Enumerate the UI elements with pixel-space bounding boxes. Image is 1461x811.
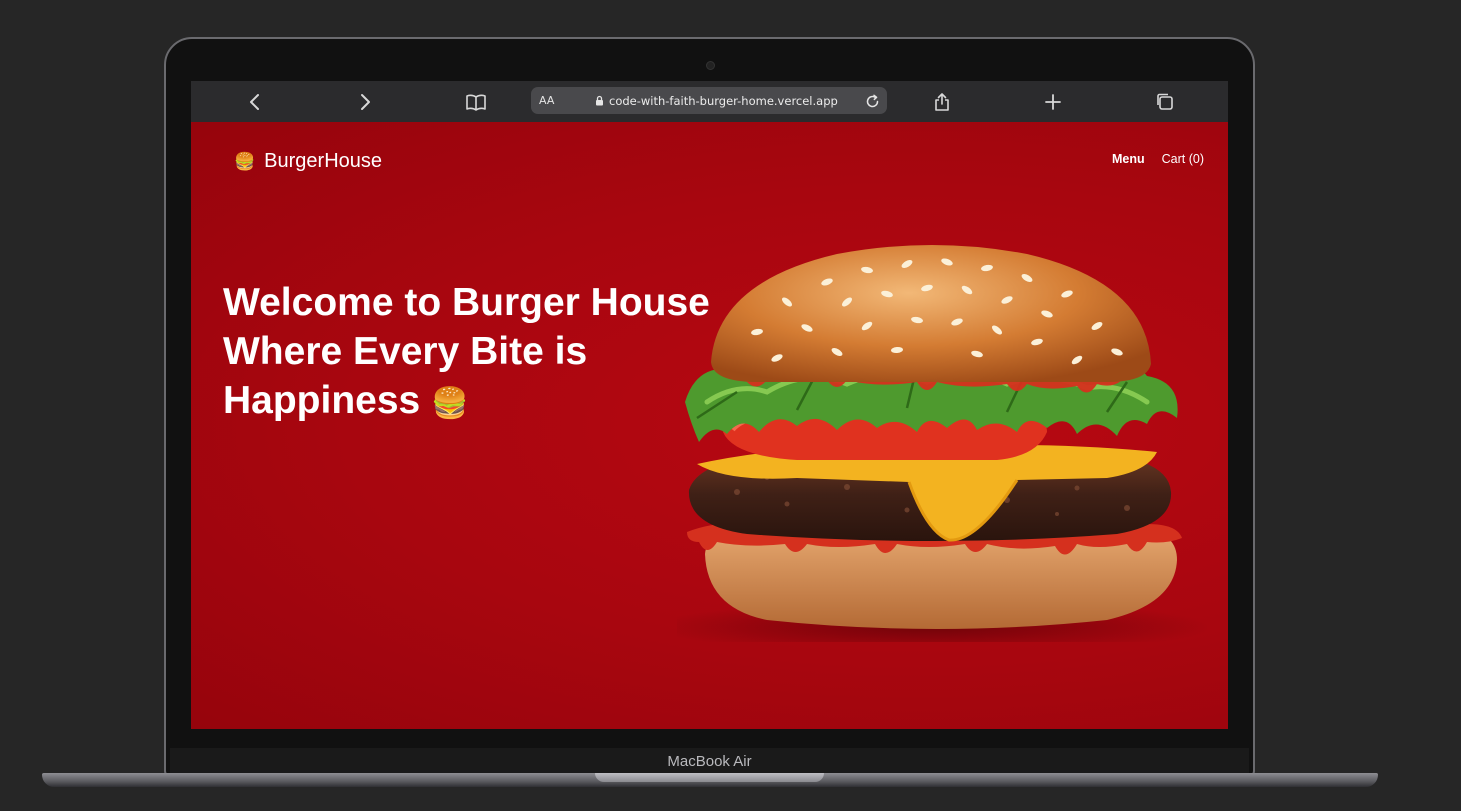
browser-toolbar: AA code-with-faith-burger-home.vercel.ap… (191, 81, 1228, 122)
main-nav: Menu Cart (0) (1112, 152, 1204, 166)
address-bar[interactable]: AA code-with-faith-burger-home.vercel.ap… (531, 87, 887, 114)
site-logo[interactable]: 🍔 BurgerHouse (234, 150, 382, 173)
hero-burger-icon: 🍔 (431, 387, 469, 420)
text-size-button[interactable]: AA (539, 94, 554, 107)
new-tab-icon (1045, 93, 1061, 110)
share-button[interactable] (924, 81, 960, 122)
forward-icon (361, 93, 370, 110)
camera-icon (706, 61, 715, 70)
nav-menu-link[interactable]: Menu (1112, 152, 1145, 166)
reload-button[interactable] (862, 91, 882, 111)
browser-window: AA code-with-faith-burger-home.vercel.ap… (191, 81, 1228, 729)
tabs-overview-button[interactable] (1146, 81, 1182, 122)
hero-line-1: Welcome to Burger House (223, 281, 710, 324)
hero-headline: Welcome to Burger House Where Every Bite… (223, 278, 743, 428)
bookmarks-button[interactable] (458, 81, 494, 122)
device-label: MacBook Air (667, 753, 752, 770)
back-icon (250, 93, 259, 110)
burger-logo-icon: 🍔 (234, 151, 256, 171)
burger-hero-image (677, 245, 1207, 642)
back-button[interactable] (237, 81, 273, 122)
forward-button[interactable] (347, 81, 383, 122)
share-icon (935, 92, 949, 111)
site-logo-text: BurgerHouse (264, 150, 383, 172)
hero-line-3: Happiness (223, 379, 421, 422)
nav-cart-link[interactable]: Cart (0) (1162, 152, 1204, 166)
hero-line-2: Where Every Bite is (223, 330, 588, 373)
tabs-icon (1156, 93, 1173, 110)
url-text: code-with-faith-burger-home.vercel.app (609, 93, 838, 108)
new-tab-button[interactable] (1035, 81, 1071, 122)
laptop-hinge-notch (595, 773, 824, 782)
burger-house-page: 🍔 BurgerHouse Menu Cart (0) Welcome to B… (191, 122, 1228, 729)
bookmarks-icon (466, 94, 486, 111)
laptop-chin: MacBook Air (170, 748, 1249, 775)
lock-icon (596, 95, 603, 106)
reload-icon (866, 94, 878, 107)
